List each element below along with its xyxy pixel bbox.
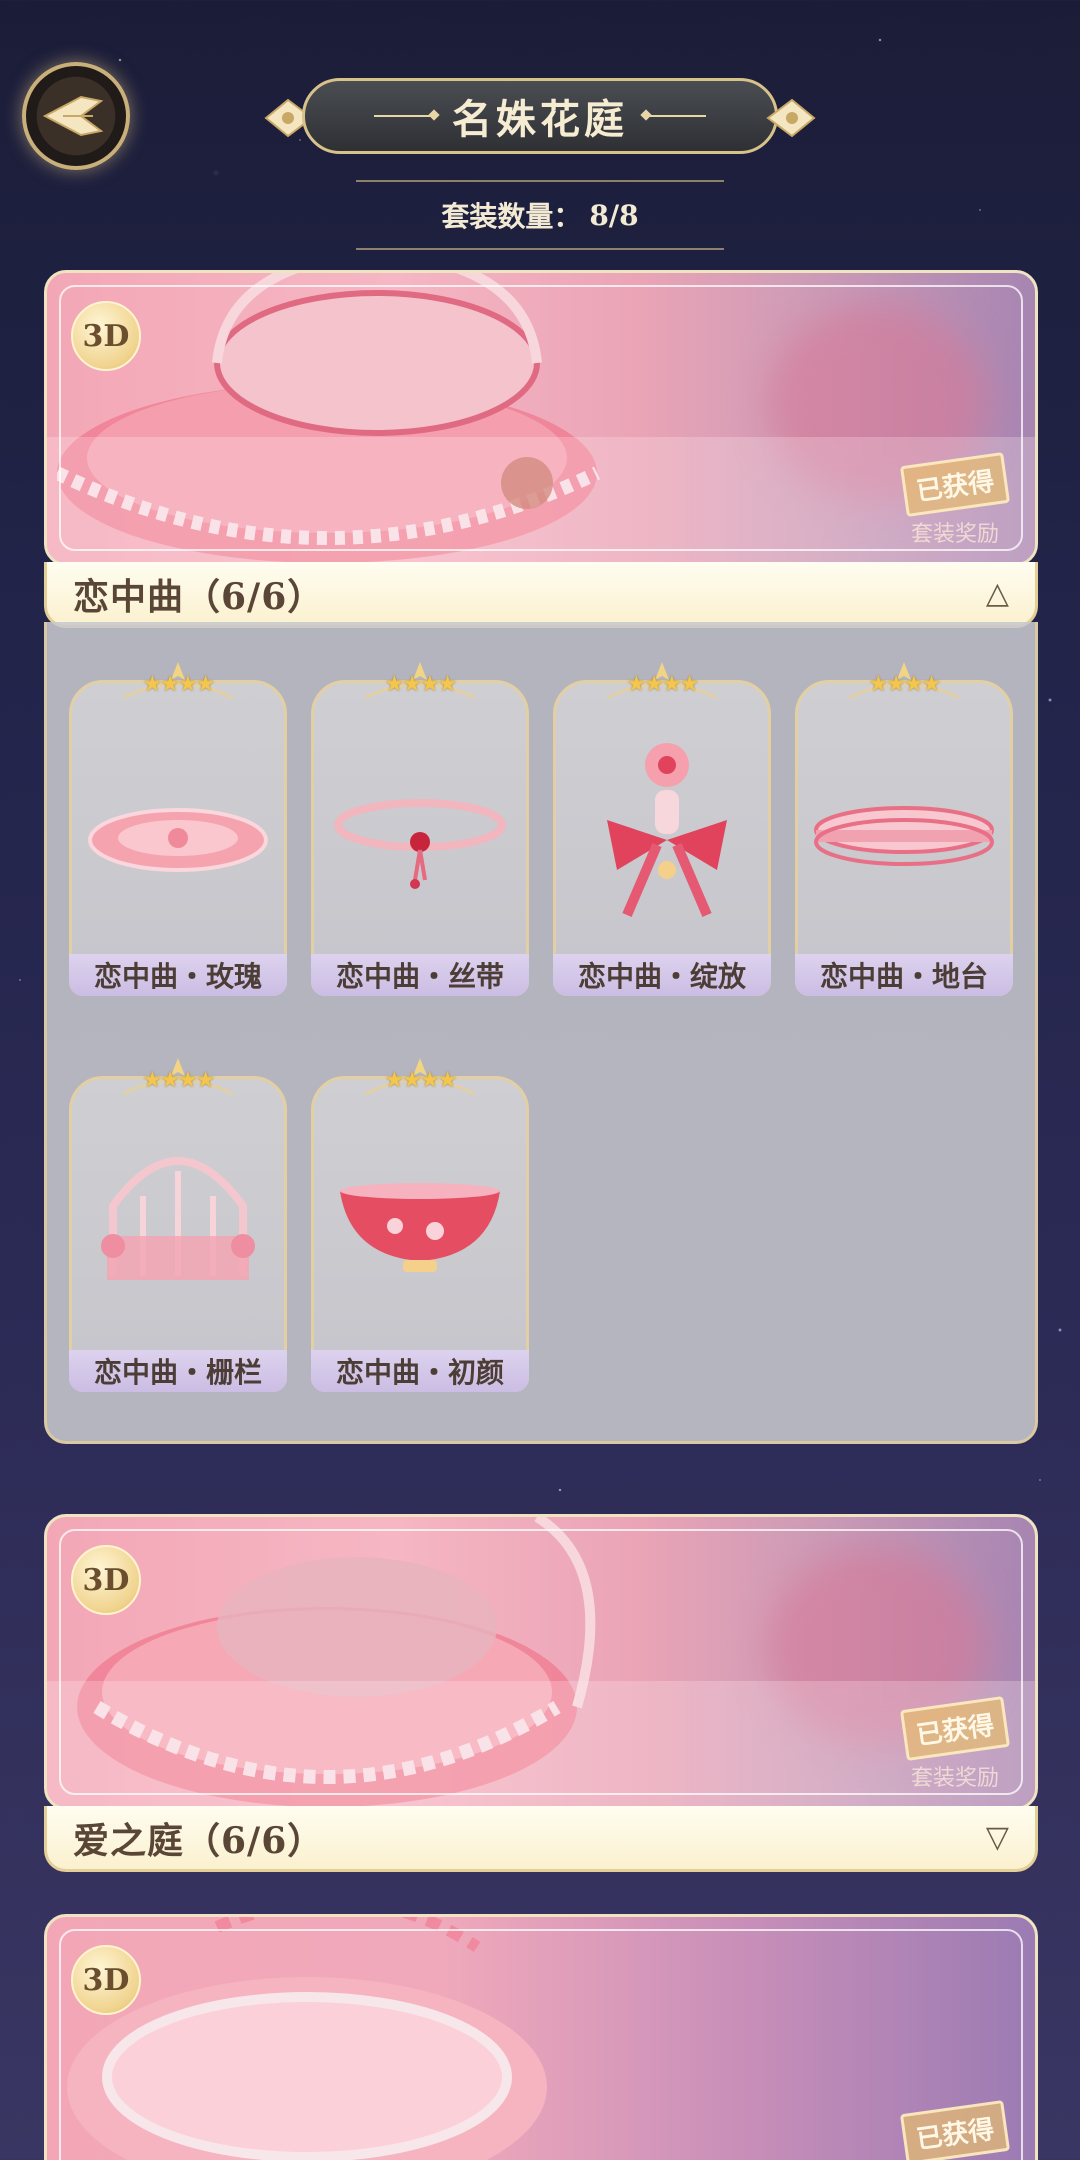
badge-3d: 3D <box>71 301 141 371</box>
rarity-stars: ★★★★ <box>384 1068 458 1093</box>
item-name: 恋中曲・玫瑰 <box>69 954 287 996</box>
obtained-stamp: 已获得 <box>895 2100 1015 2160</box>
obtained-stamp: 已获得 套装奖励 <box>895 1696 1015 1793</box>
suit-items-panel: ★★★★ 恋中曲・玫瑰 ★★★★ 恋中曲・丝带 ★★★★ 恋中曲・绽放 ★★★★… <box>44 622 1038 1444</box>
suit-count: 套装数量： 8/8 <box>356 180 724 250</box>
rarity-stars: ★★★★ <box>142 1068 216 1093</box>
fence-arch-icon <box>101 1157 255 1280</box>
rarity-stars: ★★★★ <box>142 672 216 697</box>
suit-card-lianzhongqu: 3D 已获得 套装奖励 恋中曲（6/6） △ ★★★★ 恋中曲・玫瑰 ★★★★ <box>44 270 1038 1444</box>
blossom-bow-icon <box>607 743 727 917</box>
obtained-label: 已获得 <box>899 1696 1011 1761</box>
badge-3d: 3D <box>71 1545 141 1615</box>
suit-count-value: 8/8 <box>589 198 639 232</box>
item-card-platform[interactable]: ★★★★ 恋中曲・地台 <box>795 660 1013 1000</box>
item-name: 恋中曲・初颜 <box>311 1350 529 1392</box>
obtained-stamp: 已获得 套装奖励 <box>895 452 1015 549</box>
suit-card-aizhiting: 3D 已获得 套装奖励 爱之庭（6/6） ▽ <box>44 1514 1038 1872</box>
title-ornament-right-icon <box>766 98 816 138</box>
suit-banner[interactable]: 3D 已获得 套装奖励 <box>44 270 1038 566</box>
obtained-label: 已获得 <box>899 452 1011 517</box>
back-arrow-icon <box>42 95 104 137</box>
expand-arrow-icon[interactable]: ▽ <box>986 1820 1009 1855</box>
rarity-stars: ★★★★ <box>626 672 700 697</box>
obtained-label: 已获得 <box>899 2100 1011 2160</box>
item-card-ribbon[interactable]: ★★★★ 恋中曲・丝带 <box>311 660 529 1000</box>
badge-3d: 3D <box>71 1945 141 2015</box>
item-name: 恋中曲・丝带 <box>311 954 529 996</box>
rose-plate-icon <box>88 808 268 872</box>
page-title-plate: 名姝花庭 <box>262 78 818 162</box>
back-button[interactable] <box>22 62 130 170</box>
item-name: 恋中曲・栅栏 <box>69 1350 287 1392</box>
rarity-stars: ★★★★ <box>868 672 942 697</box>
collapse-arrow-icon[interactable]: △ <box>986 576 1009 611</box>
suit-banner[interactable]: 3D 已获得 <box>44 1914 1038 2160</box>
ribbon-circlet-icon <box>334 799 506 889</box>
item-card-fence[interactable]: ★★★★ 恋中曲・栅栏 <box>69 1056 287 1396</box>
suit-banner[interactable]: 3D 已获得 套装奖励 <box>44 1514 1038 1810</box>
rarity-stars: ★★★★ <box>384 672 458 697</box>
reward-label: 套装奖励 <box>910 522 999 547</box>
item-card-blossom[interactable]: ★★★★ 恋中曲・绽放 <box>553 660 771 1000</box>
suit-header-aizhiting[interactable]: 爱之庭（6/6） ▽ <box>44 1806 1038 1872</box>
item-name: 恋中曲・地台 <box>795 954 1013 996</box>
stage-platform-icon <box>814 806 994 866</box>
item-name: 恋中曲・绽放 <box>553 954 771 996</box>
suit-name: 恋中曲（6/6） <box>73 575 325 618</box>
reward-label: 套装奖励 <box>910 1766 999 1791</box>
suit-card-third: 3D 已获得 <box>44 1914 1038 2160</box>
item-card-rose[interactable]: ★★★★ 恋中曲・玫瑰 <box>69 660 287 1000</box>
suit-header-lianzhongqu[interactable]: 恋中曲（6/6） △ <box>44 562 1038 628</box>
item-card-bowl[interactable]: ★★★★ 恋中曲・初颜 <box>311 1056 529 1396</box>
page-title: 名姝花庭 <box>452 96 628 143</box>
flower-bowl-icon <box>340 1183 500 1272</box>
suit-count-label: 套装数量： <box>441 200 582 233</box>
suit-name: 爱之庭（6/6） <box>73 1819 325 1862</box>
